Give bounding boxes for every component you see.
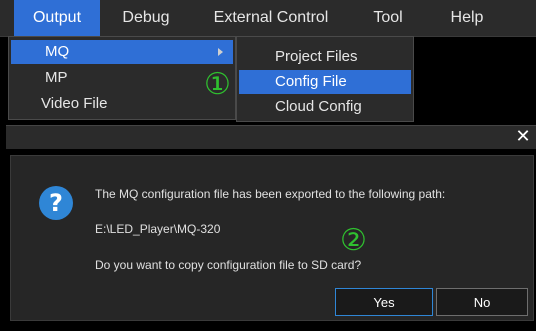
yes-button[interactable]: Yes — [335, 288, 433, 316]
mq-submenu: Project Files Config File Cloud Config — [236, 36, 414, 122]
menu-item-video-file[interactable]: Video File — [11, 92, 233, 116]
menu-item-mq[interactable]: MQ — [11, 40, 233, 64]
dialog-question: Do you want to copy configuration file t… — [95, 258, 362, 272]
close-icon[interactable]: ✕ — [514, 128, 532, 146]
dialog-body: ? The MQ configuration file has been exp… — [10, 155, 534, 321]
menu-bar: Output Debug External Control Tool Help — [0, 0, 536, 37]
question-icon: ? — [39, 186, 73, 220]
annotation-1: ① — [204, 67, 231, 102]
export-path: E:\LED_Player\MQ-320 — [95, 222, 221, 236]
dialog-title-bar: ✕ — [6, 125, 536, 149]
menu-output[interactable]: Output — [14, 0, 100, 36]
menu-help[interactable]: Help — [438, 0, 496, 36]
menu-external-control[interactable]: External Control — [203, 0, 339, 36]
menu-item-mq-label: MQ — [45, 43, 70, 60]
no-button[interactable]: No — [436, 288, 528, 316]
submenu-arrow-icon — [218, 48, 223, 56]
output-dropdown: MQ MP Video File — [8, 36, 236, 120]
menu-item-config-file[interactable]: Config File — [239, 70, 411, 94]
menu-item-project-files[interactable]: Project Files — [239, 45, 411, 69]
menu-item-mp[interactable]: MP — [11, 66, 233, 90]
dialog-message: The MQ configuration file has been expor… — [95, 187, 446, 201]
menu-debug[interactable]: Debug — [106, 0, 186, 36]
menu-item-cloud-config[interactable]: Cloud Config — [239, 95, 411, 119]
app-window: Output Debug External Control Tool Help … — [0, 0, 536, 331]
menu-tool[interactable]: Tool — [360, 0, 416, 36]
annotation-2: ② — [340, 223, 367, 258]
